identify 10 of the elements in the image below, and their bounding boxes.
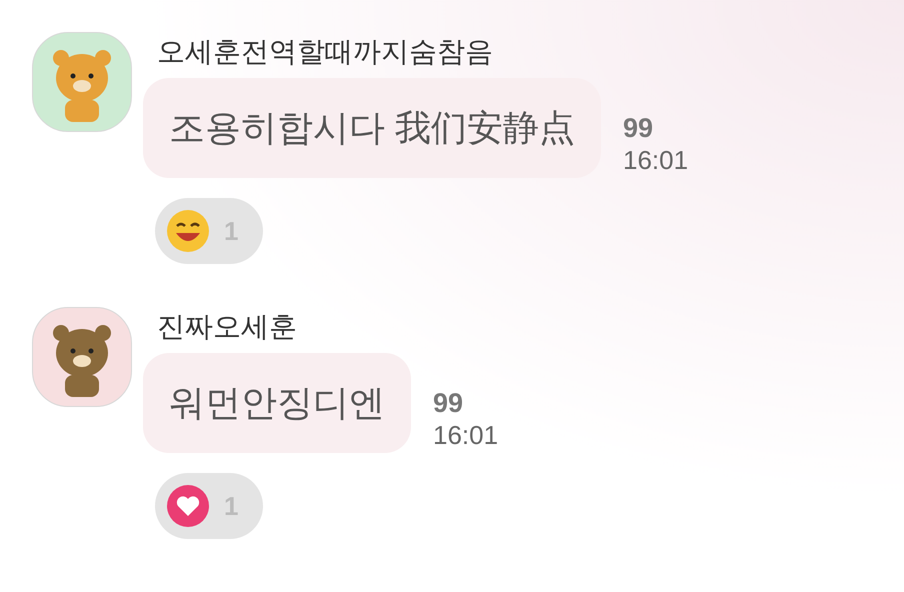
- message-bubble: 조용히합시다 我们安静点: [143, 78, 602, 178]
- laughing-face-icon: [166, 209, 210, 253]
- unread-count: 99: [433, 387, 464, 419]
- sender-name: 오세훈전역할때까지숨참음: [156, 35, 494, 69]
- message-time: 16:01: [623, 144, 688, 176]
- message-bubble: 워먼안징디엔: [143, 353, 411, 453]
- avatar[interactable]: [32, 307, 132, 407]
- unread-count: 99: [623, 112, 654, 144]
- message-time: 16:01: [433, 419, 498, 451]
- sender-name: 진짜오세훈: [156, 310, 298, 344]
